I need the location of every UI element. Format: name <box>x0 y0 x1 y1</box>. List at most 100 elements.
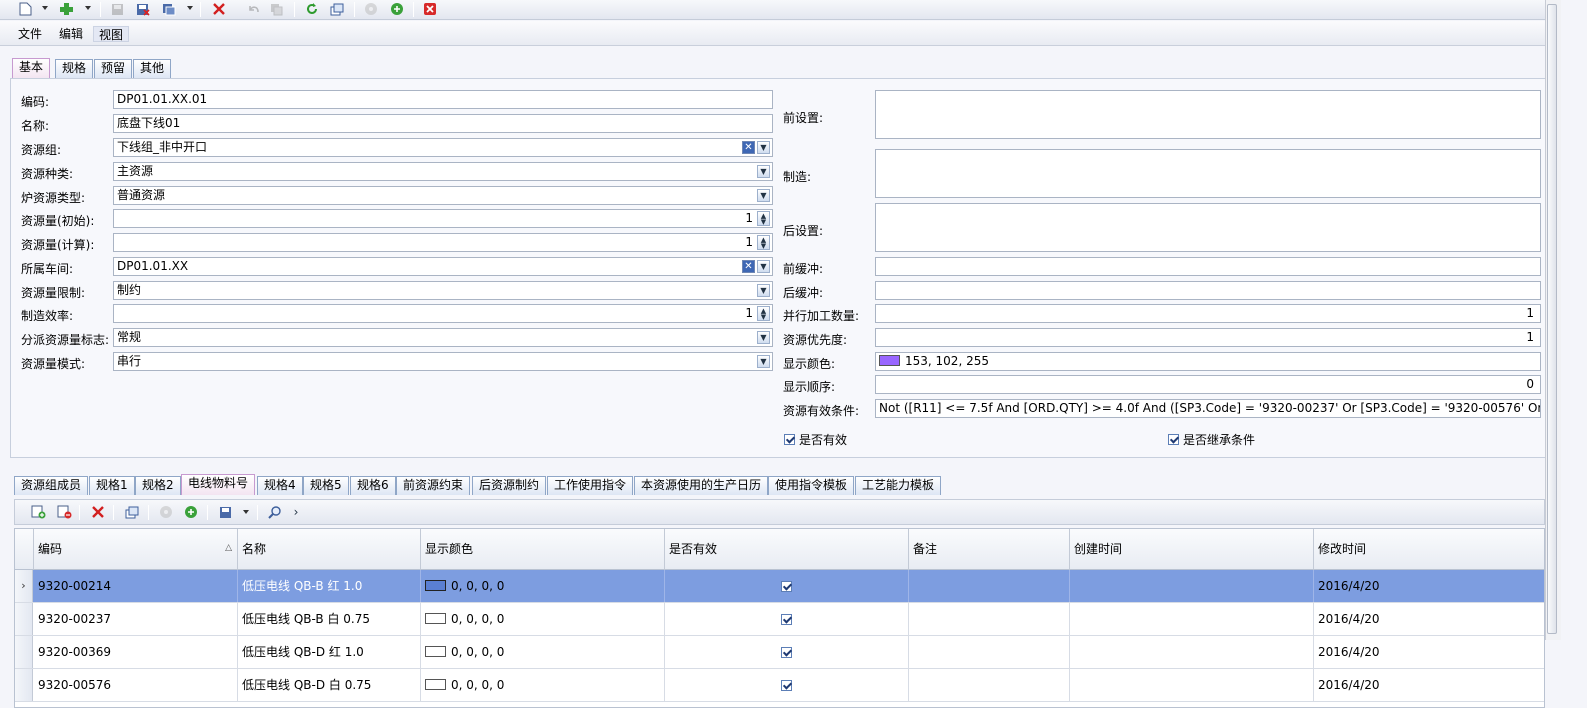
manufacture-textarea[interactable] <box>875 149 1541 198</box>
chevron-down-icon[interactable]: ▼ <box>757 284 770 297</box>
tab-work-instructions[interactable]: 工作使用指令 <box>547 476 634 495</box>
tab-wire-material[interactable]: 电线物料号 <box>181 474 256 495</box>
menu-view[interactable]: 视图 <box>93 26 130 42</box>
table-row[interactable]: 9320-00369 低压电线 QB-D 红 1.0 0, 0, 0, 0 20… <box>15 636 1544 669</box>
checkbox-checked-icon[interactable] <box>781 680 792 691</box>
cell-created[interactable] <box>1070 570 1314 602</box>
table-row[interactable]: 9320-00576 低压电线 QB-D 白 0.75 0, 0, 0, 0 2… <box>15 669 1544 702</box>
window-icon[interactable] <box>123 504 141 520</box>
save-icon[interactable] <box>216 504 234 520</box>
tab-instruction-template[interactable]: 使用指令模板 <box>768 476 855 495</box>
cell-color[interactable]: 0, 0, 0, 0 <box>421 570 665 602</box>
display-order-input[interactable]: 0 <box>875 375 1541 394</box>
name-input[interactable]: 底盘下线01 <box>113 114 773 133</box>
tab-reserve[interactable]: 预留 <box>94 59 133 78</box>
cell-valid[interactable] <box>665 636 909 668</box>
cell-valid[interactable] <box>665 570 909 602</box>
chevron-down-icon[interactable]: ▼ <box>757 189 770 202</box>
cell-modified[interactable]: 2016/4/20 <box>1314 603 1544 635</box>
add-dropdown-arrow[interactable] <box>85 6 91 10</box>
cell-modified[interactable]: 2016/4/20 <box>1314 636 1544 668</box>
parallel-qty-input[interactable]: 1 <box>875 304 1541 323</box>
cell-created[interactable] <box>1070 603 1314 635</box>
tab-post-constraint[interactable]: 后资源制约 <box>472 476 547 495</box>
cell-name[interactable]: 低压电线 QB-D 红 1.0 <box>238 636 421 668</box>
spinner-arrows-icon[interactable]: ▲ ▼ <box>757 211 770 226</box>
circle-disabled-icon[interactable] <box>157 504 175 520</box>
cell-name[interactable]: 低压电线 QB-D 白 0.75 <box>238 669 421 701</box>
code-input[interactable]: DP01.01.XX.01 <box>113 90 773 109</box>
close-red-icon[interactable] <box>421 1 439 17</box>
refresh-green-icon[interactable] <box>303 1 321 17</box>
row-indicator[interactable] <box>15 669 33 701</box>
workshop-combo[interactable]: DP01.01.XX ✕ ▼ <box>113 257 773 276</box>
furnace-type-combo[interactable]: 普通资源 ▼ <box>113 186 773 205</box>
resource-group-combo[interactable]: 下线组_非中开口 ✕ ▼ <box>113 138 773 157</box>
chevron-down-icon[interactable]: ▼ <box>757 355 770 368</box>
menu-file[interactable]: 文件 <box>13 26 47 42</box>
scrollbar-thumb[interactable] <box>1547 4 1557 634</box>
cell-name[interactable]: 低压电线 QB-B 红 1.0 <box>238 570 421 602</box>
resource-kind-combo[interactable]: 主资源 ▼ <box>113 162 773 181</box>
cell-valid[interactable] <box>665 603 909 635</box>
initial-qty-spinner[interactable]: 1 ▲ ▼ <box>113 209 773 228</box>
add-green-icon[interactable] <box>58 1 76 17</box>
inherit-checkbox[interactable]: 是否继承条件 <box>1168 431 1255 448</box>
tab-spec4[interactable]: 规格4 <box>257 476 303 495</box>
tab-group-members[interactable]: 资源组成员 <box>14 476 89 495</box>
tab-other[interactable]: 其他 <box>133 59 172 78</box>
spinner-arrows-icon[interactable]: ▲ ▼ <box>757 235 770 250</box>
copy-disabled-icon[interactable] <box>268 1 286 17</box>
table-row[interactable]: 9320-00237 低压电线 QB-B 白 0.75 0, 0, 0, 0 2… <box>15 603 1544 636</box>
checkbox-checked-icon[interactable] <box>781 581 792 592</box>
cell-name[interactable]: 低压电线 QB-B 白 0.75 <box>238 603 421 635</box>
tab-spec2[interactable]: 规格2 <box>135 476 181 495</box>
circle-disabled-icon[interactable] <box>362 1 380 17</box>
column-header-color[interactable]: 显示颜色 <box>421 529 665 570</box>
save-dropdown-arrow[interactable] <box>243 510 249 514</box>
tab-pre-constraint[interactable]: 前资源约束 <box>396 476 471 495</box>
column-header-valid[interactable]: 是否有效 <box>665 529 909 570</box>
save-as-icon[interactable] <box>160 1 178 17</box>
remove-row-icon[interactable] <box>55 504 73 520</box>
delete-red-icon[interactable] <box>89 504 107 520</box>
save-dropdown-arrow[interactable] <box>187 6 193 10</box>
tab-production-calendar[interactable]: 本资源使用的生产日历 <box>634 476 769 495</box>
tab-spec6[interactable]: 规格6 <box>350 476 396 495</box>
table-row[interactable]: › 9320-00214 低压电线 QB-B 红 1.0 0, 0, 0, 0 … <box>15 570 1544 603</box>
cell-remark[interactable] <box>909 636 1070 668</box>
add-row-icon[interactable] <box>29 504 47 520</box>
calc-qty-spinner[interactable]: 1 ▲ ▼ <box>113 233 773 252</box>
column-header-name[interactable]: 名称 <box>238 529 421 570</box>
spinner-arrows-icon[interactable]: ▲ ▼ <box>757 306 770 321</box>
pre-buffer-input[interactable] <box>875 257 1541 276</box>
delete-red-icon[interactable] <box>210 1 228 17</box>
cell-code[interactable]: 9320-00576 <box>34 669 238 701</box>
circle-green-icon[interactable] <box>388 1 406 17</box>
save-close-icon[interactable] <box>134 1 152 17</box>
dispatch-flag-combo[interactable]: 常规 ▼ <box>113 328 773 347</box>
cell-valid[interactable] <box>665 669 909 701</box>
checkbox-checked-icon[interactable] <box>1168 434 1179 445</box>
chevron-down-icon[interactable]: ▼ <box>757 141 770 154</box>
cell-color[interactable]: 0, 0, 0, 0 <box>421 669 665 701</box>
tab-spec5[interactable]: 规格5 <box>303 476 349 495</box>
display-color-picker[interactable]: 153, 102, 255 <box>875 352 1541 371</box>
row-indicator[interactable] <box>15 603 33 635</box>
chevron-down-icon[interactable]: ▼ <box>757 260 770 273</box>
checkbox-checked-icon[interactable] <box>781 614 792 625</box>
undo-disabled-icon[interactable] <box>244 1 262 17</box>
tab-spec[interactable]: 规格 <box>55 59 94 78</box>
tab-capability-template[interactable]: 工艺能力模板 <box>855 476 942 495</box>
qty-mode-combo[interactable]: 串行 ▼ <box>113 352 773 371</box>
cell-remark[interactable] <box>909 570 1070 602</box>
cell-remark[interactable] <box>909 603 1070 635</box>
new-icon[interactable] <box>16 1 34 17</box>
cell-modified[interactable]: 2016/4/20 <box>1314 570 1544 602</box>
priority-input[interactable]: 1 <box>875 328 1541 347</box>
row-indicator[interactable] <box>15 636 33 668</box>
cell-remark[interactable] <box>909 669 1070 701</box>
menu-edit[interactable]: 编辑 <box>54 26 88 42</box>
post-buffer-input[interactable] <box>875 281 1541 300</box>
cell-modified[interactable]: 2016/4/20 <box>1314 669 1544 701</box>
